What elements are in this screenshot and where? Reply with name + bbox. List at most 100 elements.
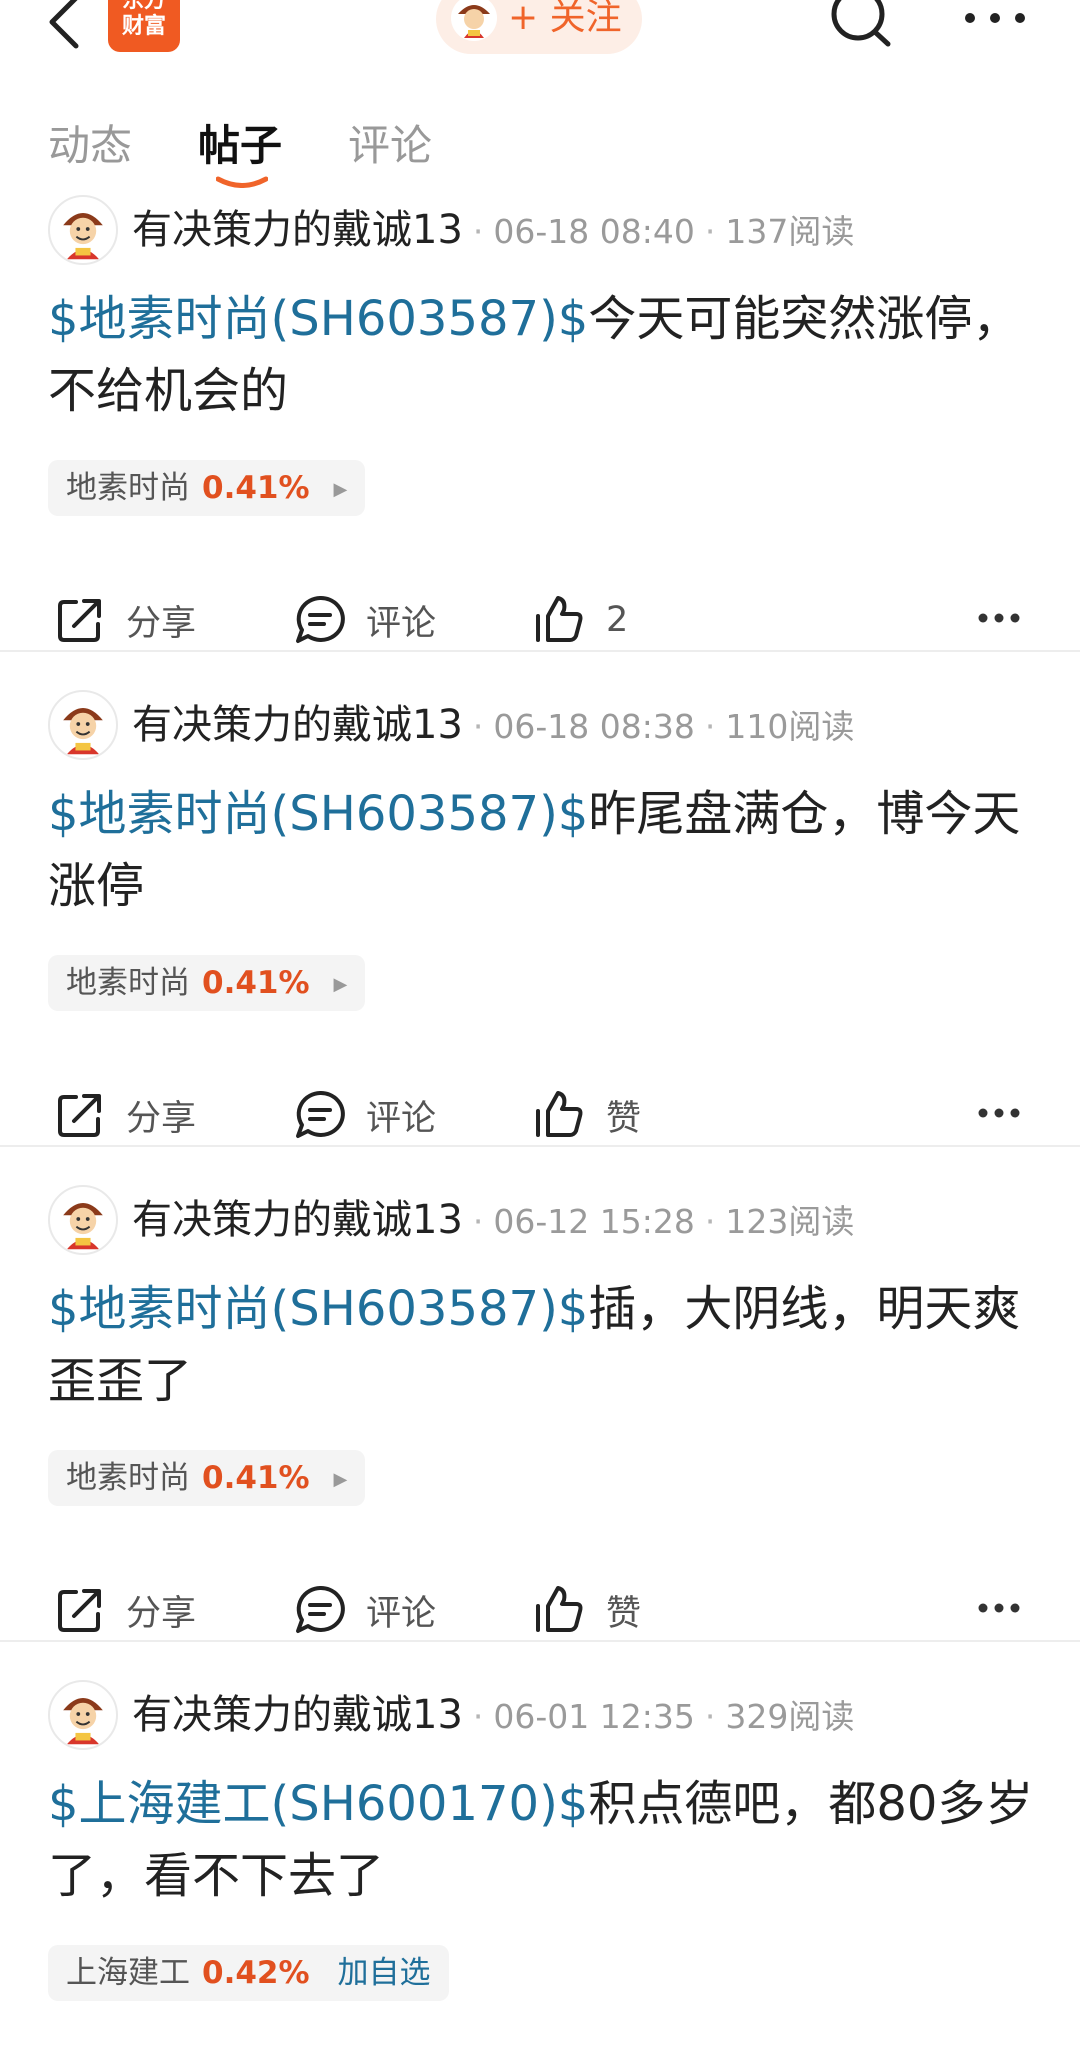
top-bar: 东方 财富 + 关注 (0, 0, 1080, 100)
author-avatar[interactable] (48, 1185, 118, 1255)
comment-label: 评论 (366, 1593, 437, 1634)
thumbs-up-icon (536, 1586, 583, 1632)
author-name[interactable]: 有决策力的戴诚13 (132, 702, 463, 748)
author-avatar[interactable] (48, 195, 118, 265)
quote-stock-name: 上海建工 (66, 1955, 190, 1991)
post-time: 06-12 15:28 (493, 1202, 695, 1241)
post-actions: 分享 评论 2 (0, 585, 1080, 655)
quote-stock-name: 地素时尚 (66, 470, 190, 506)
comment-icon (296, 1585, 345, 1633)
comment-icon (296, 595, 345, 643)
comment-button[interactable]: 评论 (292, 1575, 436, 1645)
post-meta: 有决策力的戴诚13 · 06-12 15:28 · 123阅读 (132, 1185, 854, 1255)
post-content[interactable]: $地素时尚(SH603587)$昨尾盘满仓，博今天涨停 (48, 778, 1038, 922)
fortune-god-avatar-icon (451, 0, 497, 41)
more-options-icon[interactable] (960, 0, 1030, 36)
post-more-icon[interactable] (976, 1593, 1022, 1623)
post-time: 06-01 12:35 (493, 1697, 695, 1736)
tab-comments[interactable]: 评论 (348, 112, 432, 173)
follow-label: + 关注 (508, 0, 622, 38)
stock-quote-tag[interactable]: 地素时尚 0.41% ▶ (48, 955, 366, 1011)
author-avatar[interactable] (48, 1680, 118, 1750)
like-button[interactable]: 赞 (532, 1080, 641, 1150)
separator-dot: · (704, 1697, 716, 1736)
quote-change-pct: 0.41% (202, 470, 310, 506)
separator-dot: · (472, 1202, 484, 1241)
quote-change-pct: 0.41% (202, 965, 310, 1001)
share-icon (58, 1094, 101, 1137)
post-divider (0, 650, 1080, 652)
caret-right-icon: ▶ (333, 479, 348, 500)
post-meta: 有决策力的戴诚13 · 06-18 08:40 · 137阅读 (132, 195, 854, 265)
like-button[interactable]: 2 (532, 585, 628, 655)
comment-button[interactable]: 评论 (292, 1080, 436, 1150)
tab-posts[interactable]: 帖子 (198, 112, 282, 173)
back-arrow-icon[interactable] (40, 0, 90, 54)
author-name[interactable]: 有决策力的戴诚13 (132, 1692, 463, 1738)
eastmoney-logo: 东方 财富 (108, 0, 180, 52)
share-button[interactable]: 分享 (52, 585, 196, 655)
tab-dynamic[interactable]: 动态 (48, 112, 132, 173)
comment-icon (296, 1090, 345, 1138)
stock-quote-tag[interactable]: 上海建工 0.42% 加自选 (48, 1945, 449, 2001)
quote-change-pct: 0.42% (202, 1955, 310, 1991)
active-tab-indicator (216, 176, 268, 188)
separator-dot: · (472, 212, 484, 251)
thumbs-up-icon (536, 596, 583, 642)
separator-dot: · (704, 707, 716, 746)
share-button[interactable]: 分享 (52, 1575, 196, 1645)
separator-dot: · (704, 212, 716, 251)
post-more-icon[interactable] (976, 603, 1022, 633)
stock-quote-tag[interactable]: 地素时尚 0.41% ▶ (48, 460, 366, 516)
post-meta: 有决策力的戴诚13 · 06-18 08:38 · 110阅读 (132, 690, 854, 760)
like-button[interactable]: 赞 (532, 1575, 641, 1645)
comment-label: 评论 (366, 1098, 437, 1139)
post-meta: 有决策力的戴诚13 · 06-01 12:35 · 329阅读 (132, 1680, 854, 1750)
stock-link[interactable]: $地素时尚(SH603587)$ (48, 1281, 588, 1337)
read-count: 137阅读 (725, 212, 855, 251)
post-more-icon[interactable] (976, 1098, 1022, 1128)
stock-quote-tag[interactable]: 地素时尚 0.41% ▶ (48, 1450, 366, 1506)
separator-dot: · (472, 1697, 484, 1736)
share-icon (58, 599, 101, 642)
logo-text: 东方 财富 (121, 0, 166, 39)
post-actions: 分享 评论 赞 (0, 1080, 1080, 1150)
quote-stock-name: 地素时尚 (66, 1460, 190, 1496)
comment-label: 评论 (366, 603, 437, 644)
separator-dot: · (704, 1202, 716, 1241)
read-count: 329阅读 (725, 1697, 855, 1736)
separator-dot: · (472, 707, 484, 746)
share-button[interactable]: 分享 (52, 1080, 196, 1150)
post-content[interactable]: $地素时尚(SH603587)$插，大阴线，明天爽歪歪了 (48, 1273, 1038, 1417)
comment-button[interactable]: 评论 (292, 585, 436, 655)
fortune-god-avatar-icon (50, 1187, 116, 1253)
author-avatar[interactable] (48, 690, 118, 760)
post-content[interactable]: $上海建工(SH600170)$积点德吧，都80多岁了，看不下去了 (48, 1768, 1038, 1912)
post-time: 06-18 08:40 (493, 212, 695, 251)
caret-right-icon: ▶ (333, 1469, 348, 1490)
share-icon (58, 1589, 101, 1632)
quote-change-pct: 0.41% (202, 1460, 310, 1496)
like-label: 赞 (606, 1593, 642, 1634)
like-label: 赞 (606, 1098, 642, 1139)
stock-link[interactable]: $地素时尚(SH603587)$ (48, 291, 588, 347)
author-name[interactable]: 有决策力的戴诚13 (132, 207, 463, 253)
add-watchlist-button[interactable]: 加自选 (338, 1955, 431, 1991)
post-time: 06-18 08:38 (493, 707, 695, 746)
share-label: 分享 (126, 603, 197, 644)
read-count: 110阅读 (725, 707, 855, 746)
like-label: 2 (606, 600, 629, 640)
thumbs-up-icon (536, 1091, 583, 1137)
fortune-god-avatar-icon (50, 197, 116, 263)
fortune-god-avatar-icon (50, 1682, 116, 1748)
read-count: 123阅读 (725, 1202, 855, 1241)
stock-link[interactable]: $上海建工(SH600170)$ (48, 1776, 588, 1832)
search-icon[interactable] (828, 0, 894, 54)
stock-link[interactable]: $地素时尚(SH603587)$ (48, 786, 588, 842)
caret-right-icon: ▶ (333, 974, 348, 995)
author-name[interactable]: 有决策力的戴诚13 (132, 1197, 463, 1243)
post-actions: 分享 评论 赞 (0, 1575, 1080, 1645)
post-content[interactable]: $地素时尚(SH603587)$今天可能突然涨停，不给机会的 (48, 283, 1038, 427)
follow-button[interactable]: + 关注 (436, 0, 642, 54)
quote-stock-name: 地素时尚 (66, 965, 190, 1001)
